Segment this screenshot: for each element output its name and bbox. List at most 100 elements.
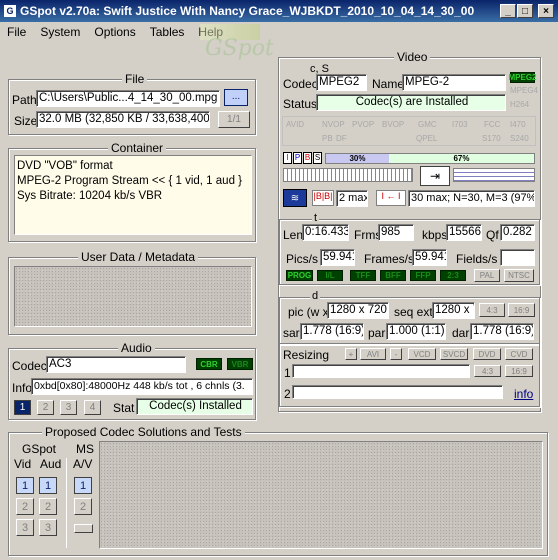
resize-row2-label: 2 — [284, 387, 291, 401]
minimize-button[interactable]: _ — [500, 4, 516, 18]
gop-pattern-strip — [283, 168, 413, 182]
size-label: Size — [14, 114, 38, 128]
gop-graph-icon[interactable]: ≋ — [283, 189, 307, 207]
pic-field: 1280 x 720 — [327, 302, 389, 319]
frames-field: 59.941 — [412, 249, 447, 266]
gspot-vid-3-button[interactable]: 3 — [16, 519, 34, 536]
gspot-aud-2-button[interactable]: 2 — [39, 498, 57, 515]
path-label: Path — [12, 93, 37, 107]
video-status-field: Codec(s) are Installed — [316, 94, 506, 111]
ffp-badge: FFP — [410, 270, 436, 281]
ms-av-extra-button[interactable] — [74, 524, 93, 533]
resize-43-button[interactable]: 4:3 — [474, 365, 501, 377]
browse-button[interactable]: ... — [224, 89, 248, 106]
resize-row2-field — [292, 385, 503, 399]
gspot-vid-1-button[interactable]: 1 — [16, 477, 34, 494]
mpeg2-badge: MPEG2 — [508, 72, 537, 83]
size-field: 32.0 MB (32,850 KB / 33,638,400 b — [36, 111, 210, 128]
nvop-flag: NVOP — [322, 120, 345, 129]
tff-badge: TFF — [350, 270, 376, 281]
resize-plus-button[interactable]: + — [345, 348, 357, 360]
userdata-panel — [14, 266, 252, 327]
video-codec-label: Codec — [283, 77, 318, 91]
gspot-vid-2-button[interactable]: 2 — [16, 498, 34, 515]
ms-av-1-button[interactable]: 1 — [74, 477, 92, 494]
path-field[interactable]: C:\Users\Public...4_14_30_00.mpg — [36, 90, 220, 107]
ms-av-2-button[interactable]: 2 — [74, 498, 92, 515]
menu-bar: File System Options Tables Help — [0, 22, 558, 42]
resize-avi-button[interactable]: AVI — [360, 348, 386, 360]
frames-label: Frames/s — [364, 252, 415, 266]
menu-tables[interactable]: Tables — [143, 25, 192, 39]
gop-structure-strip — [453, 168, 535, 182]
avid-flag: AVID — [286, 120, 305, 129]
frame-type-s: S — [313, 152, 322, 164]
menu-system[interactable]: System — [33, 25, 87, 39]
frame-type-b: B — [303, 152, 312, 164]
menu-file[interactable]: File — [0, 25, 33, 39]
container-info: DVD "VOB" format MPEG-2 Program Stream <… — [14, 155, 252, 235]
resize-vcd-button[interactable]: VCD — [408, 348, 436, 360]
gspot-label: GSpot — [22, 442, 57, 456]
audio-stream-4-button[interactable]: 4 — [84, 400, 101, 415]
av-label: A/V — [73, 457, 93, 471]
gspot-logo: GSpot — [205, 36, 274, 61]
audio-stream-2-button[interactable]: 2 — [37, 400, 54, 415]
container-line: Sys Bitrate: 10204 kb/s VBR — [17, 190, 163, 202]
pb-flag: PB — [322, 134, 333, 143]
resize-svcd-button[interactable]: SVCD — [440, 348, 468, 360]
title-bar: G GSpot v2.70a: Swift Justice With Nancy… — [0, 0, 558, 22]
bar-segment-1: 30% — [326, 154, 389, 163]
gspot-aud-1-button[interactable]: 1 — [39, 477, 57, 494]
video-status-label: Status — [283, 97, 318, 111]
ntsc-badge: NTSC — [504, 269, 534, 282]
i703-flag: I703 — [452, 120, 468, 129]
page-indicator: 1/1 — [218, 111, 250, 128]
gspot-aud-3-button[interactable]: 3 — [39, 519, 57, 536]
frame-ratio-bar: 30% 67% — [325, 153, 535, 164]
bar-segment-2: 67% — [389, 154, 534, 163]
close-button[interactable]: × — [538, 4, 554, 18]
gop-field: 30 max; N=30, M=3 (97% — [408, 190, 535, 207]
audio-stream-1-button[interactable]: 1 — [14, 400, 31, 415]
iframe-icon: I ← I — [376, 190, 406, 206]
sar-field: 1.778 (16:9) — [300, 323, 364, 340]
kbps-field: 15566 — [446, 224, 482, 241]
par-label: par — [368, 326, 386, 340]
bvop-flag: BVOP — [382, 120, 405, 129]
ar-169-button[interactable]: 16:9 — [508, 303, 535, 317]
bff-badge: BFF — [380, 270, 406, 281]
video-group-title: Video — [394, 50, 431, 64]
ar-43-button[interactable]: 4:3 — [479, 303, 505, 317]
pics-label: Pics/s — [286, 252, 319, 266]
fields-field — [500, 249, 535, 266]
frame-type-legend: I P B S — [283, 152, 322, 164]
il-badge: I/L — [317, 270, 343, 281]
video-codec-field: MPEG2 — [316, 74, 367, 91]
resize-cvd-button[interactable]: CVD — [505, 348, 533, 360]
audio-stat-label: Stat — [113, 401, 135, 415]
qf-field: 0.282 — [500, 224, 535, 241]
container-group-title: Container — [108, 141, 167, 155]
maximize-button[interactable]: □ — [517, 4, 533, 18]
qf-label: Qf — [486, 228, 499, 242]
frms-field: 985 — [378, 224, 414, 241]
dar-label: dar — [452, 326, 470, 340]
userdata-group-title: User Data / Metadata — [78, 250, 199, 264]
info-link[interactable]: info — [514, 387, 533, 401]
container-line: MPEG-2 Program Stream << { 1 vid, 1 aud … — [17, 175, 242, 187]
fields-label: Fields/s — [456, 252, 498, 266]
frame-type-p: P — [293, 152, 302, 164]
fcc-flag: FCC — [484, 120, 501, 129]
audio-stream-3-button[interactable]: 3 — [60, 400, 77, 415]
resize-169-button[interactable]: 16:9 — [505, 365, 533, 377]
audio-codec-label: Codec — [12, 359, 47, 373]
frame-type-i: I — [283, 152, 292, 164]
vbr-badge: VBR — [227, 358, 253, 370]
menu-options[interactable]: Options — [87, 25, 142, 39]
resize-minus-button[interactable]: - — [390, 348, 402, 360]
app-icon: G — [4, 5, 16, 17]
gmc-flag: GMC — [418, 120, 437, 129]
resize-dvd-button[interactable]: DVD — [473, 348, 501, 360]
vid-label: Vid — [14, 457, 32, 471]
